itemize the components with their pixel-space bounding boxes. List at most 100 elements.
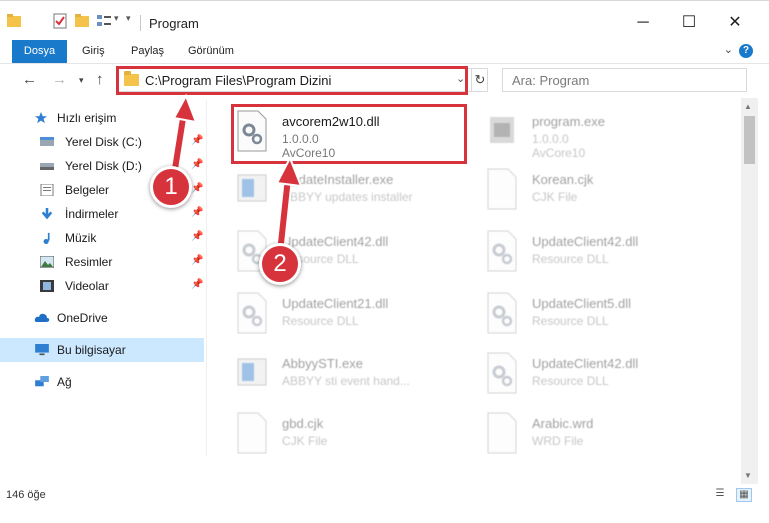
large-icons-view-icon[interactable]: ▦ (736, 488, 752, 502)
file-name: UpdateClient5.dll (532, 296, 632, 311)
pin-icon[interactable]: 📌 (191, 135, 203, 146)
sidebar-item-label: Videolar (65, 279, 109, 293)
sidebar-item-quick-access[interactable]: Hızlı erişim (0, 106, 204, 130)
sidebar-item-label: Yerel Disk (C:) (65, 135, 142, 149)
window-title: Program (149, 16, 199, 31)
file-name: UpdateClient21.dll (282, 296, 389, 311)
music-icon (43, 232, 50, 244)
file-version: 1.0.0.0 (532, 132, 569, 146)
file-name: UpdateClient42.dll (532, 234, 639, 249)
sidebar-item-label: Müzik (65, 231, 97, 245)
computer-icon (35, 344, 49, 356)
file-name: Korean.cjk (532, 172, 594, 187)
sidebar-item-label: İndirmeler (65, 207, 119, 221)
file-item[interactable]: Korean.cjk CJK File (480, 160, 720, 218)
new-folder-icon[interactable] (74, 13, 90, 29)
search-placeholder: Ara: Program (512, 73, 590, 88)
navigation-bar: ← → ▾ ↑ C:\Program Files\Program Dizini … (0, 64, 769, 96)
cloud-icon (34, 313, 50, 322)
file-item[interactable]: UpdateClient21.dll Resource DLL (230, 284, 470, 342)
search-input[interactable]: Ara: Program (502, 68, 747, 92)
videos-icon (40, 280, 54, 292)
address-path[interactable]: C:\Program Files\Program Dizini (145, 73, 331, 88)
pin-icon[interactable]: 📌 (191, 279, 203, 290)
sidebar-item-label: Resimler (65, 255, 113, 269)
close-button[interactable]: ✕ (712, 9, 758, 37)
file-item[interactable]: Arabic.wrd WRD File (480, 404, 720, 458)
file-description: CJK File (532, 190, 578, 204)
file-name: avcorem2w10.dll (282, 114, 380, 129)
download-icon (41, 208, 53, 220)
pin-icon[interactable]: 📌 (191, 207, 203, 218)
scroll-up-icon[interactable]: ▲ (744, 102, 752, 111)
sidebar-item-music[interactable]: Müzik 📌 (0, 226, 204, 250)
expand-ribbon-icon[interactable]: ⌄ (724, 43, 733, 56)
navigation-pane: Hızlı erişim Yerel Disk (C:) 📌 Yerel Dis… (0, 100, 206, 456)
sidebar-item-pictures[interactable]: Resimler 📌 (0, 250, 204, 274)
file-name: gbd.cjk (282, 416, 324, 431)
scroll-thumb[interactable] (744, 116, 755, 164)
tab-share[interactable]: Paylaş (131, 40, 164, 63)
file-item[interactable]: UpdateClient5.dll Resource DLL (480, 284, 720, 342)
forward-arrow-icon[interactable]: → (52, 71, 67, 88)
maximize-button[interactable]: ☐ (666, 9, 712, 37)
tab-home[interactable]: Giriş (82, 40, 105, 63)
up-arrow-icon[interactable]: ↑ (96, 71, 104, 88)
file-item[interactable]: AbbyySTI.exe ABBYY sti event hand... (230, 344, 470, 402)
file-name: UpdateClient42.dll (532, 356, 639, 371)
file-name: program.exe (532, 114, 605, 129)
ribbon-tabs: Dosya Giriş Paylaş Görünüm ⌄ ? (0, 40, 769, 64)
details-view-icon[interactable]: ☰ (712, 488, 728, 502)
minimize-button[interactable]: ─ (620, 9, 666, 37)
sidebar-item-this-pc[interactable]: Bu bilgisayar (0, 338, 204, 362)
pane-divider (206, 100, 207, 456)
sidebar-item-label: Bu bilgisayar (57, 343, 126, 357)
pin-icon[interactable]: 📌 (191, 159, 203, 170)
network-icon (35, 376, 49, 387)
back-arrow-icon[interactable]: ← (22, 71, 37, 88)
folder-icon[interactable] (6, 13, 22, 29)
file-name: UpdateClient42.dll (282, 234, 389, 249)
pin-icon[interactable]: 📌 (191, 183, 203, 194)
installer-icon (237, 358, 267, 386)
sidebar-item-network[interactable]: Ağ (0, 370, 204, 394)
file-item[interactable]: program.exe 1.0.0.0 AvCore10 (480, 102, 720, 160)
file-item[interactable]: UpdateClient42.dll Resource DLL (480, 222, 720, 280)
file-item[interactable]: gbd.cjk CJK File (230, 404, 470, 458)
recent-locations-icon[interactable]: ▾ (79, 75, 84, 86)
file-description: ABBYY updates installer (282, 190, 413, 204)
scroll-down-icon[interactable]: ▼ (744, 471, 752, 480)
address-bar[interactable]: C:\Program Files\Program Dizini ⌄ ↻ (118, 68, 488, 92)
status-bar: 146 öğe ☰ ▦ (0, 484, 769, 508)
sidebar-item-videos[interactable]: Videolar 📌 (0, 274, 204, 298)
tab-file[interactable]: Dosya (12, 40, 67, 63)
title-separator (140, 15, 141, 31)
file-description: ABBYY sti event hand... (282, 374, 410, 388)
sidebar-item-onedrive[interactable]: OneDrive (0, 306, 204, 330)
file-name: UpdateInstaller.exe (282, 172, 394, 187)
view-options-icon[interactable] (96, 13, 112, 29)
address-dropdown-icon[interactable]: ⌄ (456, 72, 465, 85)
tab-view[interactable]: Görünüm (188, 40, 234, 63)
sidebar-item-label: Hızlı erişim (57, 111, 117, 125)
file-description: CJK File (282, 434, 328, 448)
blank-file-icon (487, 168, 517, 210)
properties-icon[interactable] (52, 13, 68, 29)
refresh-icon[interactable]: ↻ (471, 69, 488, 91)
file-description: Resource DLL (282, 314, 359, 328)
customize-qat-icon[interactable]: ▾ (126, 13, 131, 24)
dll-gear-icon (237, 292, 267, 334)
sidebar-item-label: Belgeler (65, 183, 110, 197)
qat-dropdown-icon[interactable]: ▾ (114, 13, 119, 24)
pin-icon[interactable]: 📌 (191, 231, 203, 242)
vertical-scrollbar[interactable]: ▲ ▼ (741, 98, 758, 484)
file-item[interactable]: avcorem2w10.dll 1.0.0.0 AvCore10 (230, 102, 470, 160)
folder-icon (124, 71, 139, 86)
pin-icon[interactable]: 📌 (191, 255, 203, 266)
sidebar-item-local-disk-c[interactable]: Yerel Disk (C:) 📌 (0, 130, 204, 154)
file-description: Resource DLL (532, 314, 609, 328)
blank-file-icon (237, 412, 267, 454)
help-icon[interactable]: ? (739, 44, 753, 58)
file-item[interactable]: UpdateClient42.dll Resource DLL (480, 344, 720, 402)
file-item[interactable]: UpdateInstaller.exe ABBYY updates instal… (230, 160, 470, 218)
